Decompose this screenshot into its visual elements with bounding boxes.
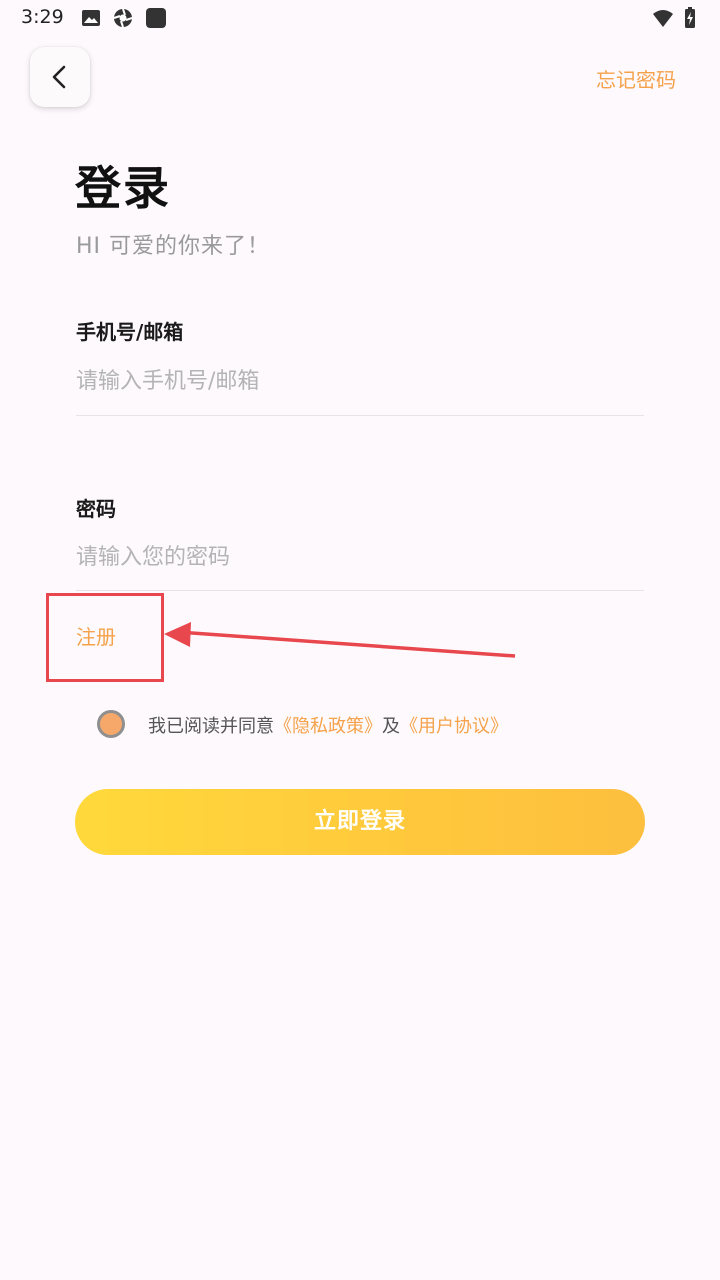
agreement-radio[interactable] — [97, 710, 125, 738]
account-divider — [76, 415, 644, 416]
privacy-policy-link[interactable]: 《隐私政策》 — [274, 716, 382, 737]
status-time: 3:29 — [21, 6, 64, 28]
agreement-and: 及 — [382, 716, 400, 737]
account-input[interactable] — [76, 359, 644, 403]
image-icon — [82, 10, 100, 26]
login-button[interactable]: 立即登录 — [75, 789, 645, 855]
agreement-prefix: 我已阅读并同意 — [148, 716, 274, 737]
password-divider — [76, 590, 644, 591]
page-title: 登录 — [75, 161, 171, 215]
password-label: 密码 — [76, 497, 116, 521]
password-input[interactable] — [76, 535, 644, 579]
chevron-left-icon — [52, 65, 66, 89]
aperture-icon — [113, 8, 133, 28]
forgot-password-link[interactable]: 忘记密码 — [596, 64, 676, 93]
status-bar: 3:29 — [0, 0, 720, 36]
agreement-text: 我已阅读并同意《隐私政策》及《用户协议》 — [148, 712, 508, 738]
back-button[interactable] — [30, 47, 90, 107]
battery-charging-icon — [685, 7, 695, 28]
app-square-icon — [146, 8, 166, 28]
annotation-highlight-box — [46, 593, 164, 682]
user-agreement-link[interactable]: 《用户协议》 — [400, 716, 508, 737]
account-label: 手机号/邮箱 — [76, 320, 184, 344]
page-subtitle: HI 可爱的你来了！ — [76, 234, 271, 259]
wifi-icon — [653, 10, 673, 27]
